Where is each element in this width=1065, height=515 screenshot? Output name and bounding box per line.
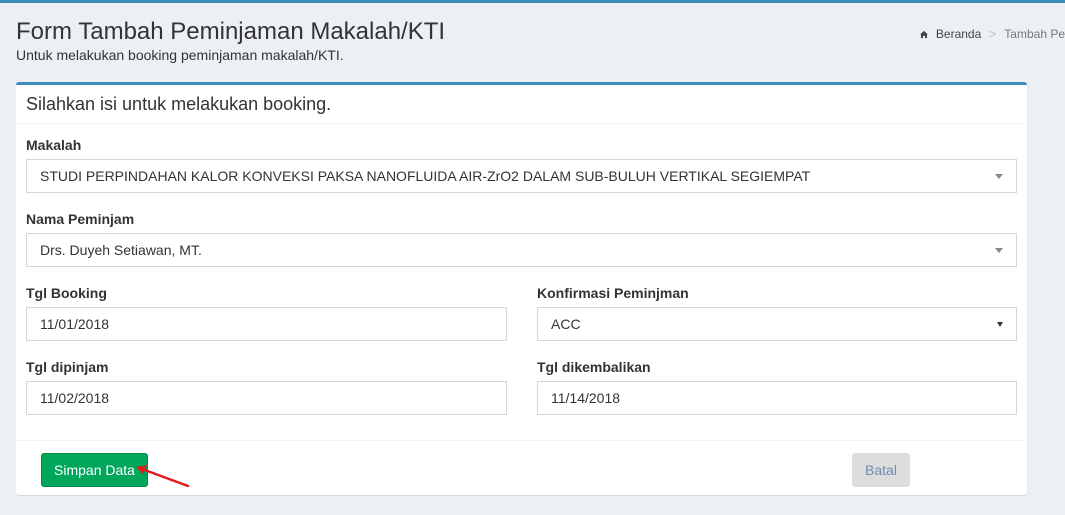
nama-peminjam-select[interactable]: Drs. Duyeh Setiawan, MT.	[26, 233, 1017, 267]
breadcrumb-current: Tambah Pe	[1004, 27, 1065, 41]
page-subtitle: Untuk melakukan booking peminjaman makal…	[16, 47, 344, 63]
box-title: Silahkan isi untuk melakukan booking.	[26, 94, 332, 114]
nama-peminjam-select-value: Drs. Duyeh Setiawan, MT.	[40, 242, 202, 258]
breadcrumb-separator: >	[989, 27, 997, 41]
tgl-booking-label: Tgl Booking	[26, 285, 107, 301]
konfirmasi-select[interactable]: ACC	[537, 307, 1017, 341]
tgl-dikembalikan-label: Tgl dikembalikan	[537, 359, 651, 375]
content-header: Form Tambah Peminjaman Makalah/KTI Untuk…	[16, 17, 445, 63]
tgl-dikembalikan-input[interactable]: 11/14/2018	[537, 381, 1017, 415]
nama-peminjam-label: Nama Peminjam	[26, 211, 135, 227]
breadcrumb-home-link[interactable]: Beranda	[936, 27, 981, 41]
chevron-down-icon	[995, 247, 1003, 253]
tgl-booking-input[interactable]: 11/01/2018	[26, 307, 507, 341]
home-icon	[920, 30, 928, 38]
annotation-arrow-icon	[136, 465, 190, 488]
chevron-down-icon	[995, 173, 1003, 179]
tgl-dikembalikan-value: 11/14/2018	[551, 390, 621, 406]
tgl-dipinjam-label: Tgl dipinjam	[26, 359, 109, 375]
tgl-booking-value: 11/01/2018	[40, 316, 110, 332]
makalah-label: Makalah	[26, 137, 82, 153]
tgl-dipinjam-input[interactable]: 11/02/2018	[26, 381, 507, 415]
chevron-down-icon	[997, 321, 1003, 327]
konfirmasi-select-value: ACC	[551, 316, 581, 332]
box-header: Silahkan isi untuk melakukan booking.	[16, 85, 1027, 124]
makalah-select[interactable]: STUDI PERPINDAHAN KALOR KONVEKSI PAKSA N…	[26, 159, 1017, 193]
makalah-select-value: STUDI PERPINDAHAN KALOR KONVEKSI PAKSA N…	[40, 168, 811, 184]
page-title: Form Tambah Peminjaman Makalah/KTI	[16, 18, 446, 45]
breadcrumb: Beranda > Tambah Pe	[920, 27, 1065, 41]
konfirmasi-label: Konfirmasi Peminjman	[537, 285, 689, 301]
tgl-dipinjam-value: 11/02/2018	[40, 390, 110, 406]
cancel-button[interactable]: Batal	[852, 453, 910, 487]
booking-form-box: Silahkan isi untuk melakukan booking. Ma…	[16, 82, 1027, 495]
